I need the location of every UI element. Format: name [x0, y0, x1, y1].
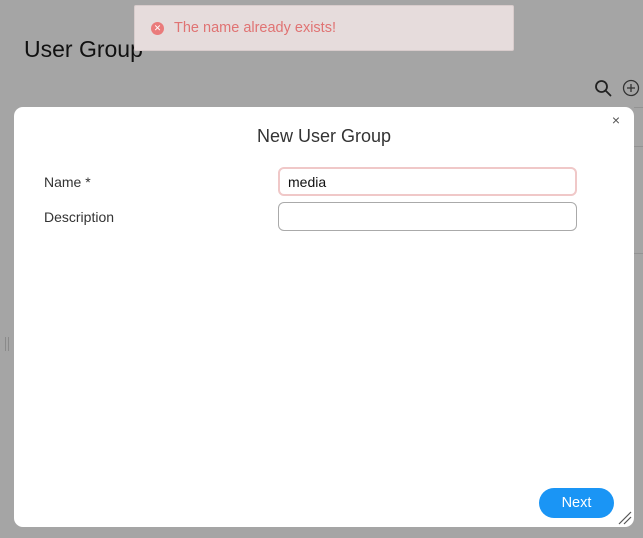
description-field[interactable] — [278, 202, 577, 231]
background-divider — [634, 107, 643, 108]
search-icon[interactable] — [594, 79, 612, 97]
error-toast: ✕ The name already exists! — [134, 5, 514, 51]
toast-message: The name already exists! — [174, 20, 336, 36]
description-label: Description — [44, 209, 115, 225]
next-button[interactable]: Next — [539, 488, 614, 518]
background-divider — [634, 253, 643, 254]
background-divider — [634, 146, 643, 147]
error-circle-icon: ✕ — [151, 21, 164, 35]
name-label: Name * — [44, 174, 91, 190]
dialog-title: New User Group — [256, 126, 392, 146]
new-user-group-dialog: New User Group × Name * Description Next — [14, 107, 634, 527]
close-icon[interactable]: × — [609, 113, 623, 127]
panel-resize-handle[interactable] — [5, 337, 9, 351]
resize-grip-icon[interactable] — [617, 510, 632, 525]
name-field[interactable] — [278, 167, 577, 196]
add-icon[interactable] — [622, 79, 640, 97]
page-title: User Group — [24, 36, 143, 62]
